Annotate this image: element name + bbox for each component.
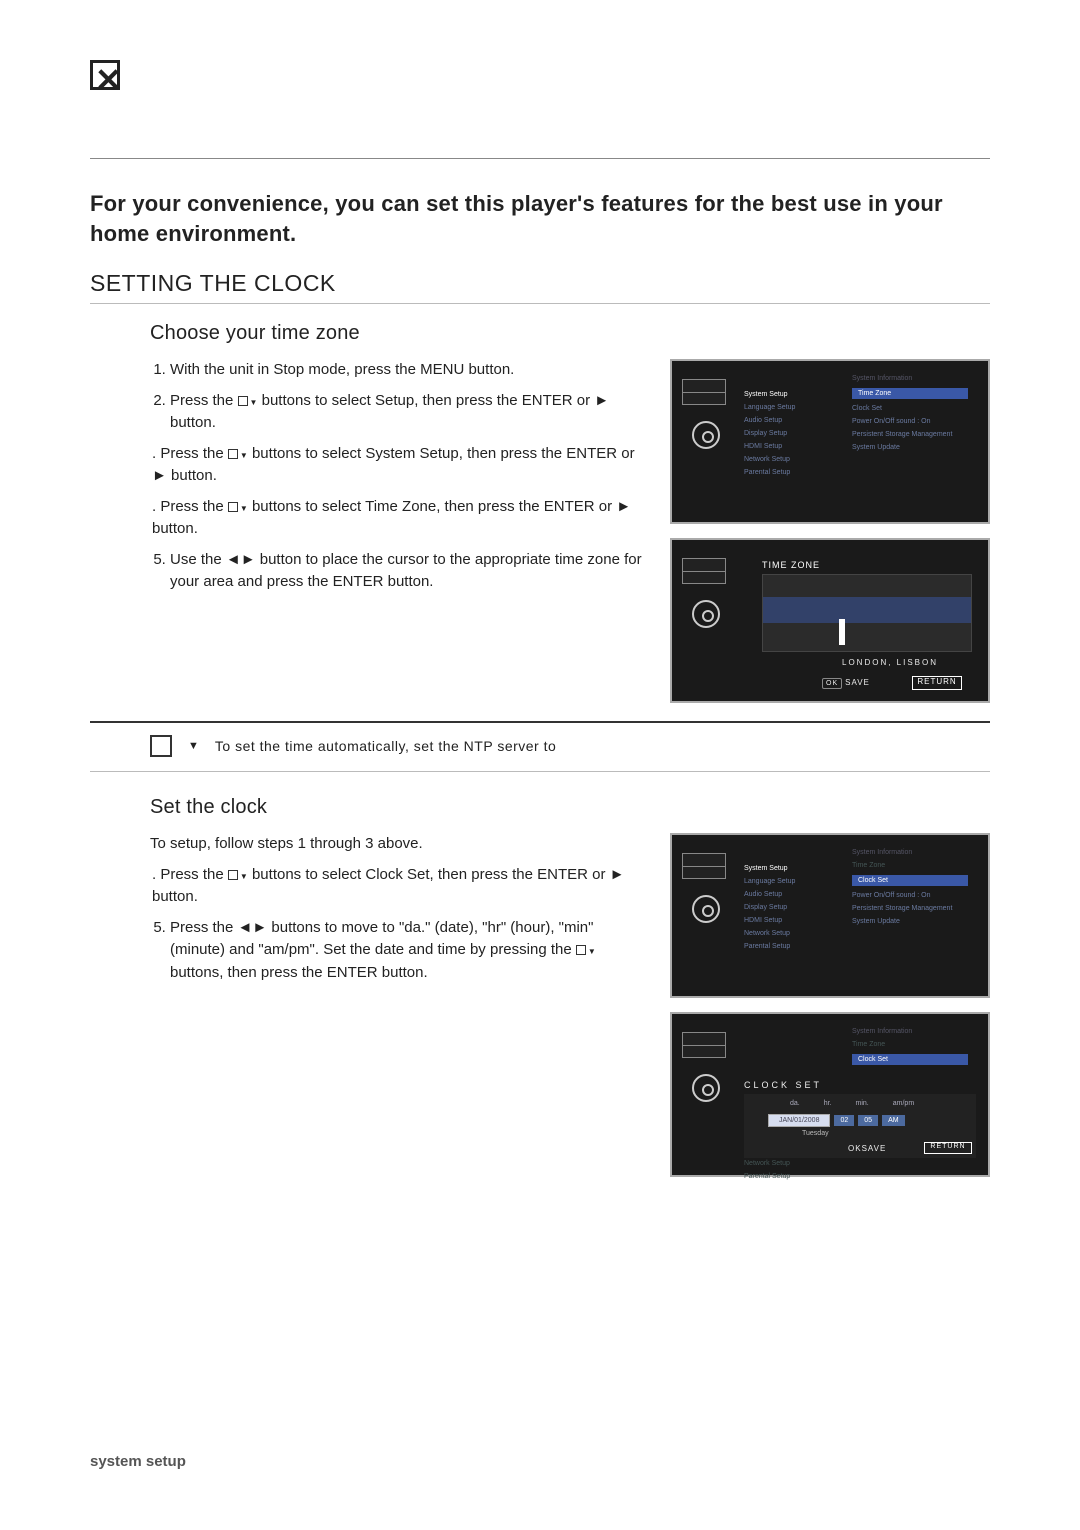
step-1: With the unit in Stop mode, press the ME… [170,359,650,382]
osd-screenshot-system-setup-tz: System Setup Language Setup Audio Setup … [670,359,990,524]
subsection-set-clock: Set the clock [150,796,990,819]
note-row: ▼ To set the time automatically, set the… [90,721,990,772]
header-rule [90,158,990,159]
bullet-triangle-icon: ▼ [188,740,199,752]
steps-set-clock: To setup, follow steps 1 through 3 above… [90,833,650,1177]
steps-choose-tz: With the unit in Stop mode, press the ME… [90,359,650,703]
gear-icon [692,895,720,923]
step-5: Use the ◄► button to place the cursor to… [170,549,650,594]
step-3: . Press the buttons to select System Set… [152,443,650,488]
section-title: SETTING THE CLOCK [90,270,990,304]
osd-screenshot-timezone-map: TIME ZONE LONDON, LISBON OKSAVE RETURN [670,538,990,703]
intro-text: For your convenience, you can set this p… [90,189,990,248]
step-5b: Press the ◄► buttons to move to "da." (d… [170,917,650,985]
page-header-icon: ✕ [90,60,990,98]
step-4b: . Press the buttons to select Clock Set,… [152,864,650,909]
world-map-icon [762,574,972,652]
osd-screenshot-system-setup-clock: System Setup Language Setup Audio Setup … [670,833,990,998]
osd-screenshot-clock-set: System Information Time Zone Clock Set C… [670,1012,990,1177]
step-2: Press the buttons to select Setup, then … [170,390,650,435]
gear-icon [692,600,720,628]
note-icon [150,735,172,757]
step-4: . Press the buttons to select Time Zone,… [152,496,650,541]
gear-icon [692,421,720,449]
note-text: To set the time automatically, set the N… [215,738,556,754]
footer-label: system setup [90,1453,186,1470]
set-clock-intro: To setup, follow steps 1 through 3 above… [150,833,650,856]
subsection-choose-tz: Choose your time zone [150,322,990,345]
gear-icon [692,1074,720,1102]
